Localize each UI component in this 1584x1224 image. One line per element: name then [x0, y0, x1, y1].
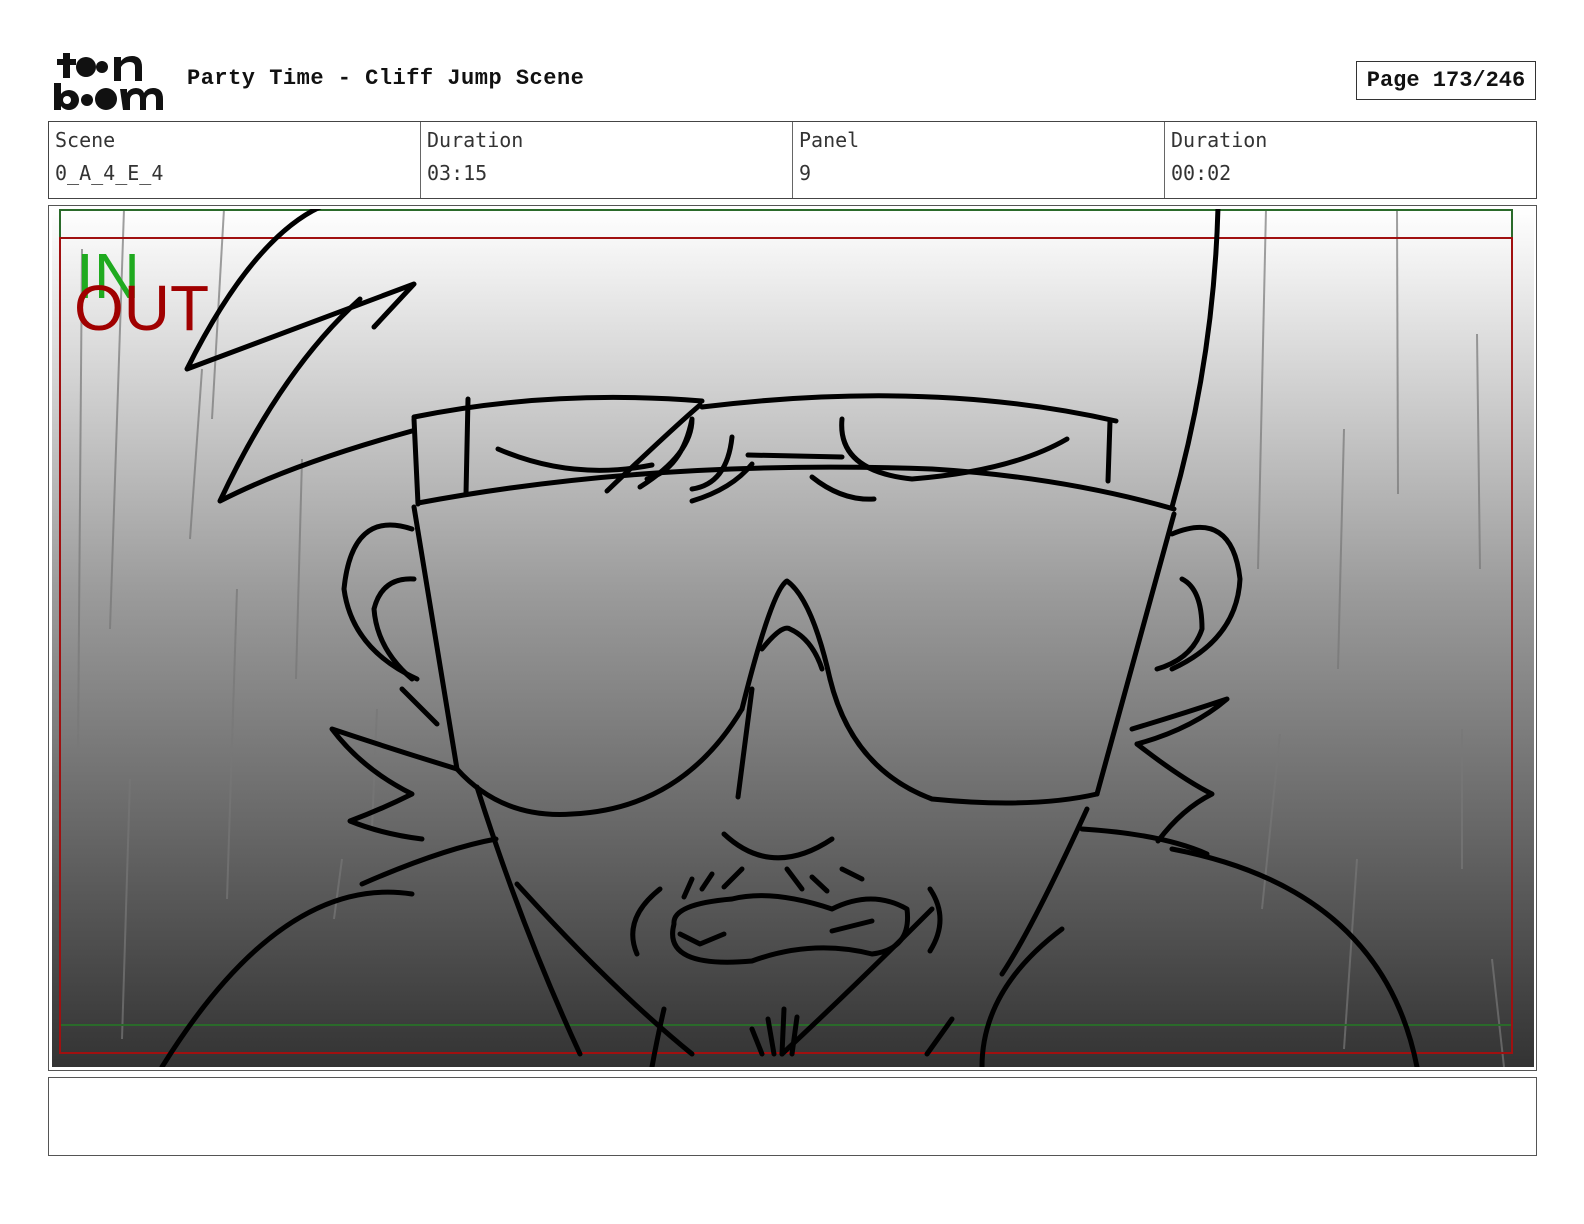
scene-cell: Scene 0_A_4_E_4: [49, 122, 421, 198]
panel-duration-value: 00:02: [1171, 161, 1232, 185]
panel-value: 9: [799, 161, 812, 185]
scene-duration-value: 03:15: [427, 161, 488, 185]
page-indicator: Page 173/246: [1356, 61, 1536, 100]
scene-value: 0_A_4_E_4: [55, 161, 164, 185]
panel-label: Panel: [799, 128, 860, 152]
scene-duration-label: Duration: [427, 128, 524, 152]
scene-label: Scene: [55, 128, 116, 152]
project-title: Party Time - Cliff Jump Scene: [187, 66, 585, 91]
scene-duration-cell: Duration 03:15: [421, 122, 793, 198]
scene-info-table: Scene 0_A_4_E_4 Duration 03:15 Panel 9 D…: [48, 121, 1537, 199]
storyboard-panel-drawing: IN OUT: [52, 209, 1534, 1067]
out-marker: OUT: [74, 272, 209, 344]
panel-duration-label: Duration: [1171, 128, 1268, 152]
panel-notes-box[interactable]: [48, 1077, 1537, 1156]
toon-boom-logo: [54, 53, 163, 110]
panel-cell: Panel 9: [793, 122, 1165, 198]
panel-duration-cell: Duration 00:02: [1165, 122, 1536, 198]
